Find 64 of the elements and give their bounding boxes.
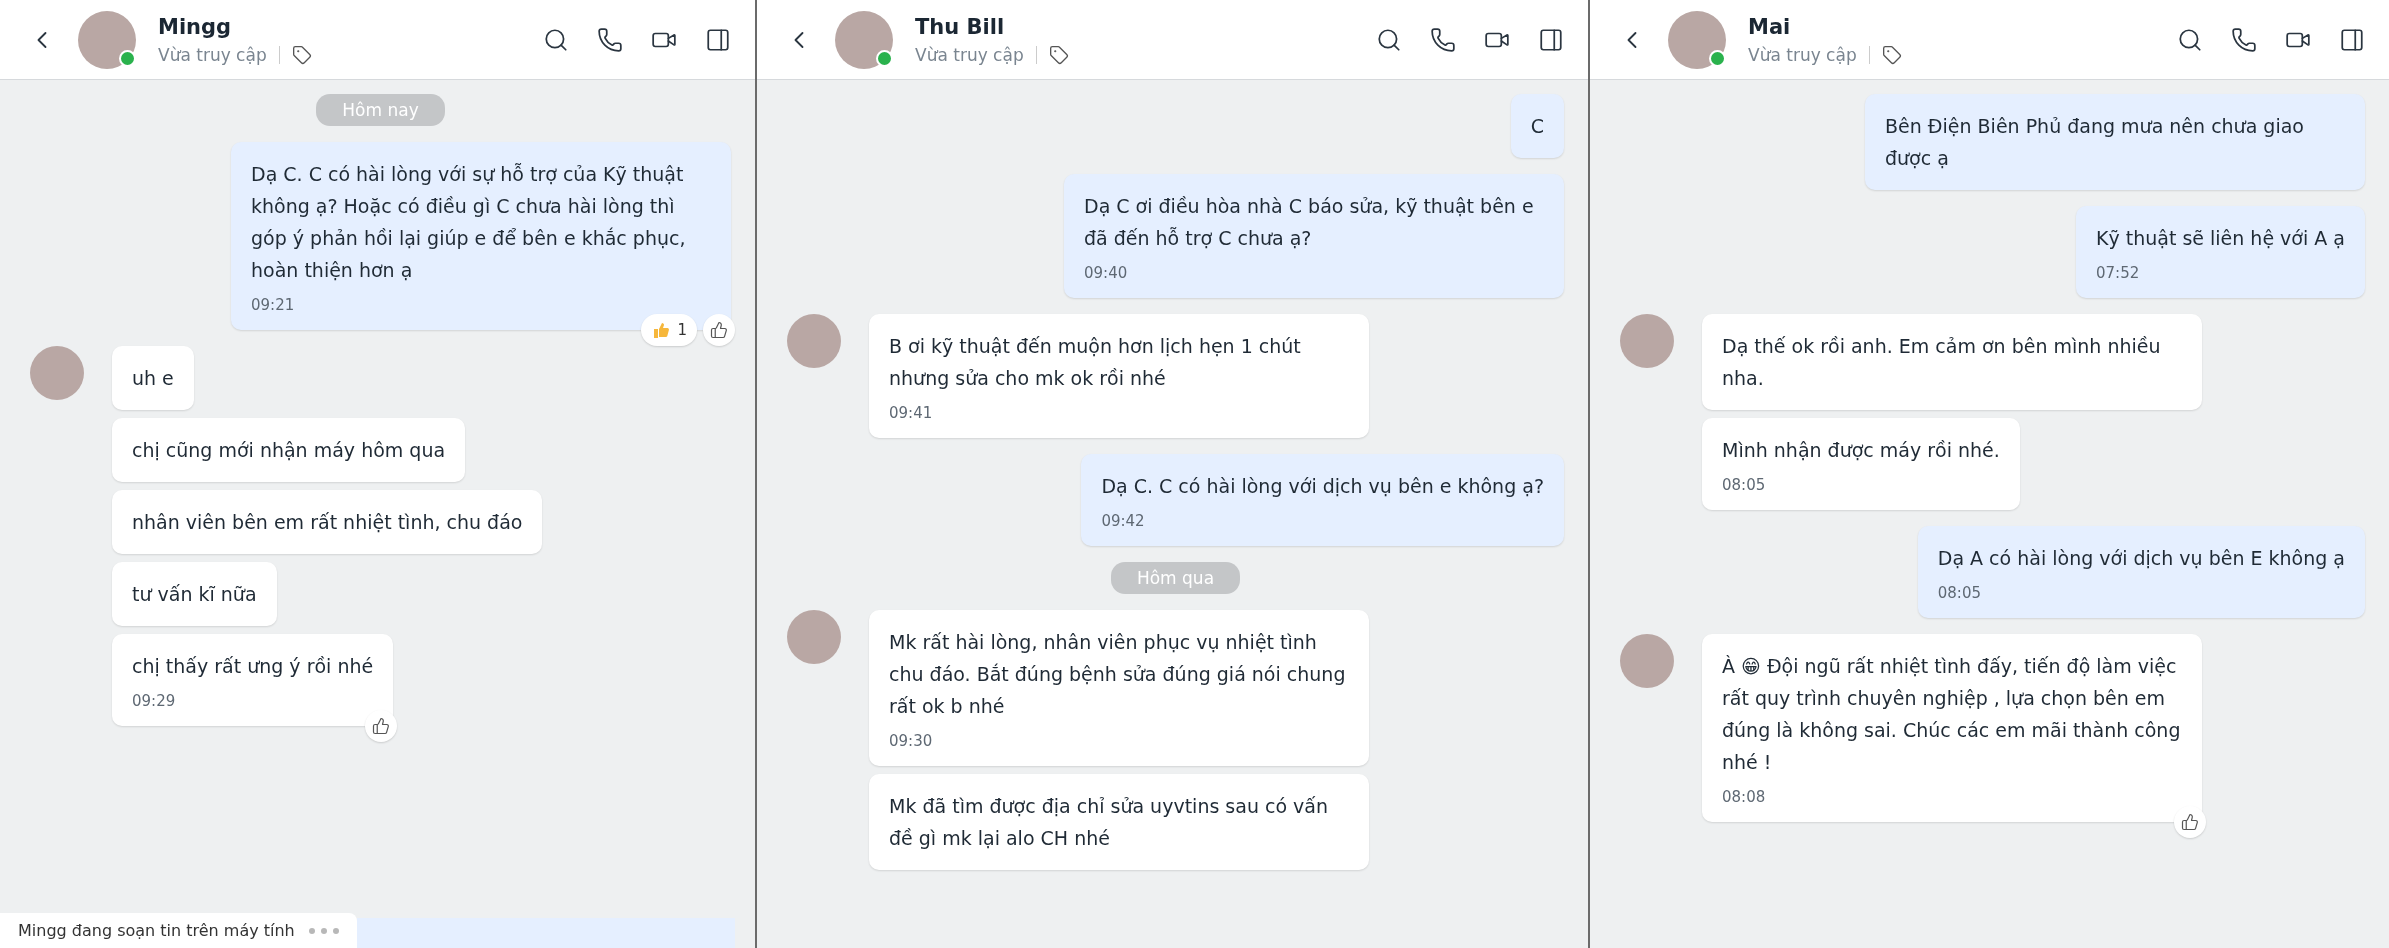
phone-button[interactable] bbox=[597, 26, 623, 53]
message-text: Kỹ thuật sẽ liên hệ với A ạ bbox=[2096, 226, 2345, 251]
message-text: Mk đã tìm được địa chỉ sửa uyvtins sau có vấn đề gì mk lại alo CH nhé bbox=[889, 794, 1330, 851]
typing-text: Mingg đang soạn tin trên máy tính bbox=[18, 921, 295, 940]
date-divider: Hôm nay bbox=[316, 94, 445, 126]
tag-icon[interactable] bbox=[291, 44, 312, 65]
contact-name: Mai bbox=[1748, 14, 1792, 39]
message-text: Dạ C. C có hài lòng với sự hỗ trợ của Kỹ thuật không ạ? Hoặc có điều gì C chưa hài lòng thì góp ý phản hồi lại giúp e để bên e khắc phục, hoàn thiện hơn ạ bbox=[251, 162, 687, 283]
reaction-chip[interactable]: 1 bbox=[641, 314, 697, 346]
message-text: Mình nhận được máy rồi nhé. bbox=[1722, 438, 2000, 463]
search-button[interactable] bbox=[1376, 26, 1402, 53]
thumbs-up-icon bbox=[710, 321, 728, 339]
thumbs-up-icon bbox=[372, 717, 391, 735]
message-text: Dạ A có hài lòng với dịch vụ bên E không ạ bbox=[1937, 546, 2345, 571]
message-text: Bên Điện Biên Phủ đang mưa nên chưa giao được ạ bbox=[1885, 114, 2305, 171]
message-time: 07:52 bbox=[2096, 264, 2141, 282]
message-text: Dạ thế ok rồi anh. Em cảm ơn bên mình nhiều nha. bbox=[1722, 334, 2162, 391]
sender-avatar bbox=[1620, 634, 1674, 688]
tag-icon[interactable] bbox=[1048, 44, 1069, 65]
message-text: uh e bbox=[132, 366, 174, 391]
side-panel-button[interactable] bbox=[2339, 26, 2365, 53]
sender-avatar bbox=[787, 314, 841, 368]
message-text: C bbox=[1530, 114, 1544, 139]
contact-name: Mingg bbox=[158, 14, 233, 39]
message-time: 08:05 bbox=[1722, 476, 1767, 494]
thumbs-up-emoji-icon bbox=[651, 320, 672, 340]
search-button[interactable] bbox=[543, 26, 569, 53]
contact-status: Vừa truy cập bbox=[1748, 44, 1857, 65]
message-text: Mk rất hài lòng, nhân viên phục vụ nhiệt tình chu đáo. Bắt đúng bệnh sửa đúng giá nói chung rất ok b nhé bbox=[889, 630, 1347, 719]
message-text: Dạ C. C có hài lòng với dịch vụ bên e không ạ? bbox=[1101, 474, 1544, 499]
message-text: chị thấy rất ưng ý rồi nhé bbox=[132, 654, 374, 679]
message-text: nhân viên bên em rất nhiệt tình, chu đáo bbox=[132, 510, 523, 535]
sender-avatar bbox=[30, 346, 84, 400]
contact-status: Vừa truy cập bbox=[915, 44, 1024, 65]
message-text: chị cũng mới nhận máy hôm qua bbox=[132, 438, 446, 463]
thumbs-up-icon bbox=[2181, 813, 2199, 831]
contact-status: Vừa truy cập bbox=[158, 44, 267, 65]
contact-name: Thu Bill bbox=[915, 14, 1006, 39]
message-time: 09:40 bbox=[1084, 264, 1129, 282]
message-text: À 😁 Đội ngũ rất nhiệt tình đấy, tiến độ làm việc rất quy trình chuyên nghiệp , lựa chọn bên em đúng là không sai. Chúc các em mãi thành công nhé ! bbox=[1722, 654, 2182, 775]
search-button[interactable] bbox=[2177, 26, 2203, 53]
message-time: 09:29 bbox=[132, 692, 177, 710]
like-button[interactable] bbox=[2174, 806, 2206, 838]
phone-button[interactable] bbox=[1430, 26, 1456, 53]
message-time: 09:30 bbox=[889, 732, 934, 750]
date-divider: Hôm qua bbox=[1110, 562, 1241, 594]
message-time: 08:05 bbox=[1937, 584, 1982, 602]
sender-avatar bbox=[1620, 314, 1674, 368]
side-panel-button[interactable] bbox=[705, 26, 731, 53]
phone-button[interactable] bbox=[2231, 26, 2257, 53]
message-text: B ơi kỹ thuật đến muộn hơn lịch hẹn 1 chút nhưng sửa cho mk ok rồi nhé bbox=[889, 334, 1302, 391]
message-time: 09:41 bbox=[889, 404, 934, 422]
message-time: 08:08 bbox=[1722, 788, 1767, 806]
tag-icon[interactable] bbox=[1881, 44, 1902, 65]
typing-dots-icon bbox=[308, 927, 339, 934]
reaction-count: 1 bbox=[677, 321, 687, 339]
like-button[interactable] bbox=[703, 314, 735, 346]
message-time: 09:42 bbox=[1101, 512, 1146, 530]
side-panel-button[interactable] bbox=[1538, 26, 1564, 53]
like-button[interactable] bbox=[365, 710, 398, 742]
message-time: 09:21 bbox=[251, 296, 296, 314]
message-text: tư vấn kĩ nữa bbox=[132, 582, 257, 607]
message-text: Dạ C ơi điều hòa nhà C báo sửa, kỹ thuật bên e đã đến hỗ trợ C chưa ạ? bbox=[1084, 194, 1535, 251]
sender-avatar bbox=[787, 610, 841, 664]
